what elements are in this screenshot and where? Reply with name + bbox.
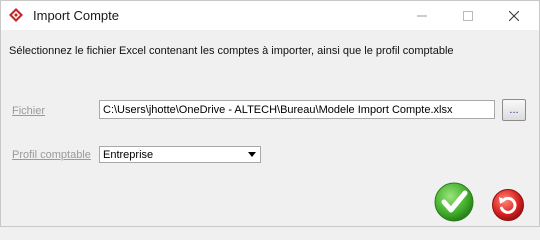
app-icon <box>8 7 24 23</box>
window-title: Import Compte <box>33 8 119 23</box>
instruction-text: Sélectionnez le fichier Excel contenant … <box>9 45 454 57</box>
file-path-input[interactable] <box>99 100 495 119</box>
chevron-down-icon <box>248 152 256 157</box>
minimize-icon <box>417 15 427 16</box>
close-icon <box>509 10 519 21</box>
cancel-button[interactable] <box>491 188 525 222</box>
minimize-button[interactable] <box>399 1 445 30</box>
red-undo-icon <box>492 189 524 221</box>
green-check-icon <box>434 182 474 222</box>
maximize-icon <box>463 10 473 21</box>
close-button[interactable] <box>491 1 537 30</box>
profile-selected-value: Entreprise <box>103 149 154 161</box>
browse-button[interactable]: ... <box>502 99 526 121</box>
import-compte-window: Import Compte Sélectionnez le fichier Ex… <box>0 0 540 227</box>
maximize-button[interactable] <box>445 1 491 30</box>
ok-button[interactable] <box>433 181 475 223</box>
title-bar[interactable]: Import Compte <box>1 1 539 30</box>
profile-label[interactable]: Profil comptable <box>12 149 91 161</box>
profile-select[interactable]: Entreprise <box>99 146 261 163</box>
file-label[interactable]: Fichier <box>12 105 45 117</box>
